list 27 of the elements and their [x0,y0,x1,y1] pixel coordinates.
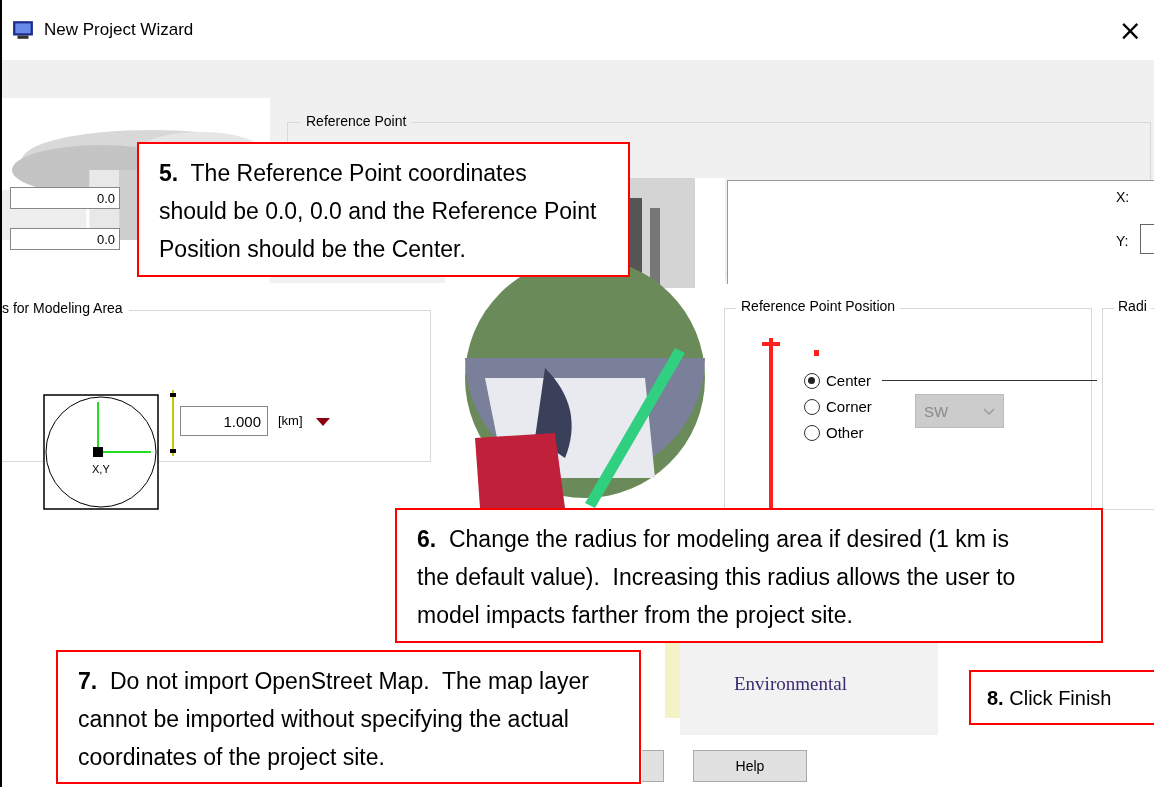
radius-field[interactable]: 1.000 [180,406,268,436]
app-icon [12,20,34,40]
group-title: s for Modeling Area [2,300,129,316]
close-button[interactable]: × [1114,13,1146,47]
y-label: Y: [1116,233,1129,249]
xy-label: X,Y [92,463,110,475]
group-title: Radi [1114,298,1151,314]
dimension-line [168,390,178,456]
dropdown-arrow-icon[interactable] [316,418,330,426]
logo-text: Environmental [734,673,847,695]
group-title: Reference Point Position [736,298,901,314]
chevron-icon [983,407,995,415]
callout-note: 7. Do not import OpenStreet Map. The map layer cannot be imported without specifying the actual coordinates of the project site. [56,650,641,784]
x-label: X: [1116,189,1130,205]
group-title: Reference Point [300,113,413,129]
unit-label: [km] [278,413,303,428]
callout-note: 5. The Reference Point coordinates should be 0.0, 0.0 and the Reference Point Position should be the Center. [137,142,630,277]
help-button[interactable]: Help [693,750,807,782]
radio-label[interactable]: Corner [826,398,872,415]
coordinate-field[interactable]: 0.0 [10,228,120,250]
radio-label[interactable]: Other [826,424,864,441]
callout-note: 8. Click Finish [969,670,1154,725]
y-field[interactable] [1140,224,1154,254]
window-title: New Project Wizard [44,20,194,40]
coordinate-field[interactable]: 0.0 [10,187,120,209]
radio-label[interactable]: Center [826,372,872,389]
callout-note: 6. Change the radius for modeling area if desired (1 km is the default value). Increasing this radius allows the user to model impacts farther from the project site. [395,508,1103,643]
